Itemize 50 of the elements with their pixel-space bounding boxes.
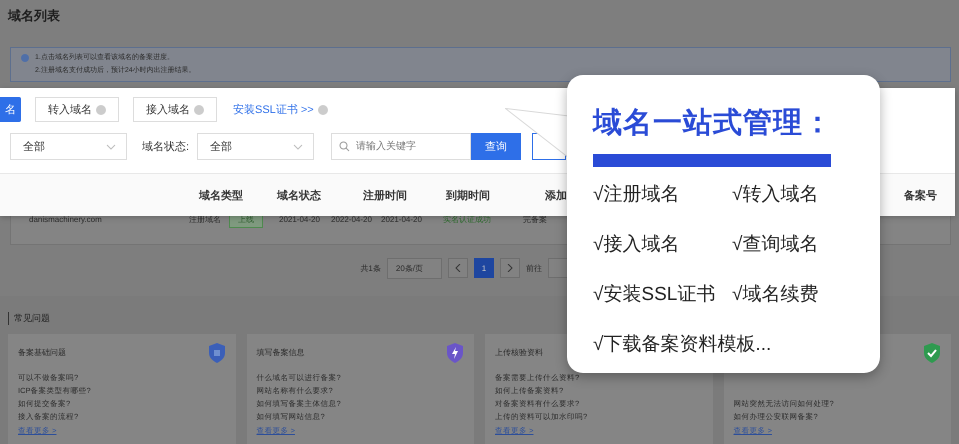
callout-title: 域名一站式管理： — [593, 106, 834, 141]
table-cell-text: 2021-04-20 — [279, 215, 321, 224]
search-button[interactable]: 查询 — [471, 133, 522, 160]
domain-action-button[interactable]: 转入域名 — [35, 97, 119, 122]
card-title: 填写备案信息 — [256, 347, 304, 358]
column-header: 备案号 — [904, 188, 937, 202]
card-title: 备案基础问题 — [18, 347, 66, 358]
domain-button[interactable]: 名 — [0, 97, 21, 122]
column-header: 域名状态 — [277, 188, 321, 202]
feature-item: √注册域名 — [593, 183, 680, 207]
feature-item: √查询域名 — [732, 233, 820, 257]
page-size-select[interactable]: 20条/页 — [386, 258, 442, 278]
feature-item: √下载备案资料模板... — [593, 332, 772, 357]
chevron-left-icon — [455, 264, 461, 272]
page-title: 域名列表 — [6, 7, 61, 25]
dropdown[interactable]: 全部 — [197, 133, 314, 160]
prev-page-button[interactable] — [448, 258, 468, 278]
search-field[interactable]: 请输入关键字 — [331, 133, 472, 160]
filter-label: 域名状态: — [142, 140, 190, 154]
chevron-right-icon — [507, 264, 513, 272]
column-header: 到期时间 — [446, 188, 490, 202]
column-header: 注册时间 — [363, 188, 407, 202]
shield-check-icon — [923, 342, 941, 364]
chevron-down-icon — [293, 144, 304, 150]
dropdown[interactable]: 全部 — [10, 133, 127, 160]
table-cell-text: 2021-04-20 — [381, 215, 423, 224]
table-cell-text: 2022-04-20 — [331, 215, 373, 224]
card-title: 上传核验资料 — [495, 347, 543, 358]
chevron-down-icon — [106, 144, 116, 150]
shield-bolt-icon — [446, 342, 464, 364]
column-header: 添加 — [545, 188, 567, 202]
shield-icon — [208, 342, 226, 364]
info-icon — [21, 54, 29, 62]
search-icon — [339, 141, 350, 152]
table-cell-text: danismachinery.com — [29, 215, 103, 224]
help-icon — [96, 104, 106, 114]
feature-item: √转入域名 — [732, 183, 820, 207]
feature-item: √接入域名 — [593, 233, 680, 257]
table-cell-text: 实名认证成功 — [443, 214, 492, 225]
feature-item: √安装SSL证书 — [593, 283, 716, 307]
help-icon — [194, 104, 204, 114]
page-number[interactable]: 1 — [474, 258, 494, 278]
goto-label: 前往 — [526, 262, 542, 274]
help-icon — [318, 104, 328, 114]
next-page-button[interactable] — [500, 258, 520, 278]
column-header: 域名类型 — [199, 188, 243, 202]
total-count: 共1条 — [360, 262, 381, 274]
domain-action-button[interactable]: 接入域名 — [133, 97, 217, 122]
table-cell-text: 完备案 — [523, 214, 548, 225]
feature-item: √域名续费 — [732, 283, 820, 307]
